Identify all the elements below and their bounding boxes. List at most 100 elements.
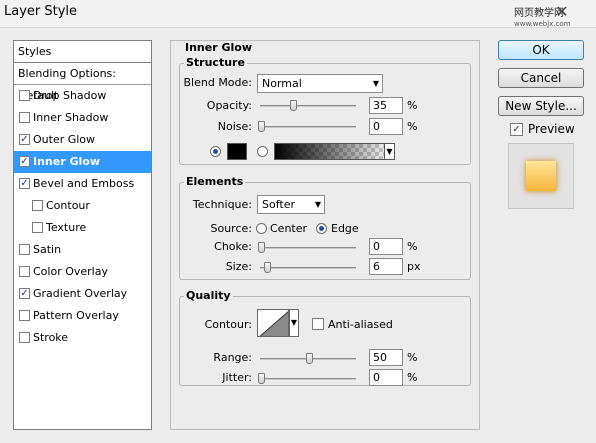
style-checkbox[interactable]	[32, 222, 43, 233]
elements-group: Elements Technique: Softer ▼ Source: Cen…	[179, 175, 471, 280]
style-item-label: Color Overlay	[33, 265, 108, 278]
style-item-label: Pattern Overlay	[33, 309, 119, 322]
technique-value: Softer	[262, 198, 295, 211]
cancel-button[interactable]: Cancel	[498, 68, 584, 88]
ok-button[interactable]: OK	[498, 40, 584, 60]
opacity-input[interactable]: 35	[369, 97, 403, 114]
style-item-satin[interactable]: Satin	[14, 239, 151, 261]
contour-label: Contour:	[204, 318, 252, 331]
style-item-label: Drop Shadow	[33, 89, 107, 102]
style-checkbox[interactable]	[19, 90, 30, 101]
quality-title: Quality	[184, 289, 233, 302]
inner-glow-title: Inner Glow	[185, 41, 252, 54]
style-checkbox[interactable]: ✓	[19, 178, 30, 189]
styles-header[interactable]: Styles	[14, 41, 151, 63]
jitter-input[interactable]: 0	[369, 369, 403, 386]
style-item-contour[interactable]: Contour	[14, 195, 151, 217]
style-item-texture[interactable]: Texture	[14, 217, 151, 239]
style-item-bevel-and-emboss[interactable]: ✓ Bevel and Emboss	[14, 173, 151, 195]
style-checkbox[interactable]	[19, 310, 30, 321]
choke-slider-track[interactable]	[260, 247, 356, 249]
style-checkbox[interactable]: ✓	[19, 134, 30, 145]
style-item-label: Gradient Overlay	[33, 287, 128, 300]
style-item-gradient-overlay[interactable]: ✓ Gradient Overlay	[14, 283, 151, 305]
gradient-swatch[interactable]	[274, 143, 394, 160]
style-item-label: Satin	[33, 243, 62, 256]
style-checkbox[interactable]: ✓	[19, 156, 30, 167]
contour-preview-icon[interactable]	[257, 309, 289, 337]
style-item-stroke[interactable]: Stroke	[14, 327, 151, 349]
choke-slider-thumb[interactable]	[258, 242, 265, 253]
range-slider-thumb[interactable]	[306, 353, 313, 364]
size-input[interactable]: 6	[369, 258, 403, 275]
inner-glow-panel: Inner Glow Structure Blend Mode: Normal …	[170, 40, 480, 430]
style-item-label: Inner Glow	[33, 155, 100, 168]
noise-input[interactable]: 0	[369, 118, 403, 135]
style-checkbox[interactable]	[19, 112, 30, 123]
size-slider-track[interactable]	[260, 267, 356, 269]
noise-slider-thumb[interactable]	[258, 121, 265, 132]
blending-options-item[interactable]: Blending Options: Default	[14, 63, 151, 102]
window-title: Layer Style	[4, 4, 78, 19]
new-style-button[interactable]: New Style...	[498, 96, 584, 116]
technique-select[interactable]: Softer ▼	[257, 195, 325, 214]
style-item-inner-glow[interactable]: ✓ Inner Glow	[14, 151, 151, 173]
preview-checkbox[interactable]: ✓	[510, 123, 523, 136]
style-item-label: Outer Glow	[33, 133, 96, 146]
anti-aliased-checkbox[interactable]	[312, 318, 324, 330]
noise-unit: %	[407, 120, 418, 133]
size-slider-thumb[interactable]	[264, 262, 271, 273]
style-checkbox[interactable]	[19, 332, 30, 343]
gradient-radio[interactable]	[257, 146, 268, 157]
dropdown-arrow-icon: ▼	[314, 200, 321, 209]
preview-swatch	[526, 161, 556, 191]
choke-input[interactable]: 0	[369, 238, 403, 255]
style-item-pattern-overlay[interactable]: Pattern Overlay	[14, 305, 151, 327]
color-radio[interactable]	[210, 146, 221, 157]
noise-slider-track[interactable]	[260, 126, 356, 128]
source-center-radio[interactable]	[256, 223, 267, 234]
style-checkbox[interactable]: ✓	[19, 288, 30, 299]
preview-label[interactable]: Preview	[528, 122, 575, 136]
source-center-label[interactable]: Center	[270, 222, 307, 235]
opacity-slider-thumb[interactable]	[290, 100, 297, 111]
gradient-dropdown-icon[interactable]: ▼	[384, 143, 395, 160]
style-checkbox[interactable]	[19, 244, 30, 255]
size-label: Size:	[225, 260, 252, 273]
style-checkbox[interactable]	[32, 200, 43, 211]
style-item-label: Texture	[46, 221, 87, 234]
structure-title: Structure	[184, 56, 247, 69]
style-checkbox[interactable]	[19, 266, 30, 277]
range-unit: %	[407, 351, 418, 364]
style-item-inner-shadow[interactable]: Inner Shadow	[14, 107, 151, 129]
glow-color-swatch[interactable]	[227, 143, 247, 160]
range-input[interactable]: 50	[369, 349, 403, 366]
jitter-slider-thumb[interactable]	[258, 373, 265, 384]
contour-dropdown-icon[interactable]: ▼	[289, 309, 299, 337]
opacity-unit: %	[407, 99, 418, 112]
blend-mode-label: Blend Mode:	[183, 76, 253, 89]
style-item-label: Contour	[46, 199, 90, 212]
range-label: Range:	[213, 351, 252, 364]
preview-thumbnail	[508, 143, 574, 209]
style-item-drop-shadow[interactable]: Drop Shadow	[14, 85, 151, 107]
jitter-unit: %	[407, 371, 418, 384]
style-item-outer-glow[interactable]: ✓ Outer Glow	[14, 129, 151, 151]
style-list: Drop Shadow Inner Shadow ✓ Outer Glow ✓ Inner…	[14, 85, 151, 349]
source-label: Source:	[210, 222, 253, 235]
anti-aliased-label[interactable]: Anti-aliased	[328, 318, 393, 331]
size-unit: px	[407, 260, 421, 273]
dropdown-arrow-icon: ▼	[372, 79, 379, 88]
source-edge-label[interactable]: Edge	[331, 222, 359, 235]
style-item-label: Stroke	[33, 331, 69, 344]
opacity-label: Opacity:	[206, 99, 252, 112]
elements-title: Elements	[184, 175, 246, 188]
jitter-slider-track[interactable]	[260, 378, 356, 380]
blend-mode-select[interactable]: Normal ▼	[257, 74, 383, 93]
close-icon[interactable]: ✕	[548, 2, 576, 22]
source-edge-radio[interactable]	[316, 223, 327, 234]
opacity-slider-track[interactable]	[260, 105, 356, 107]
choke-unit: %	[407, 240, 418, 253]
noise-label: Noise:	[217, 120, 252, 133]
style-item-color-overlay[interactable]: Color Overlay	[14, 261, 151, 283]
